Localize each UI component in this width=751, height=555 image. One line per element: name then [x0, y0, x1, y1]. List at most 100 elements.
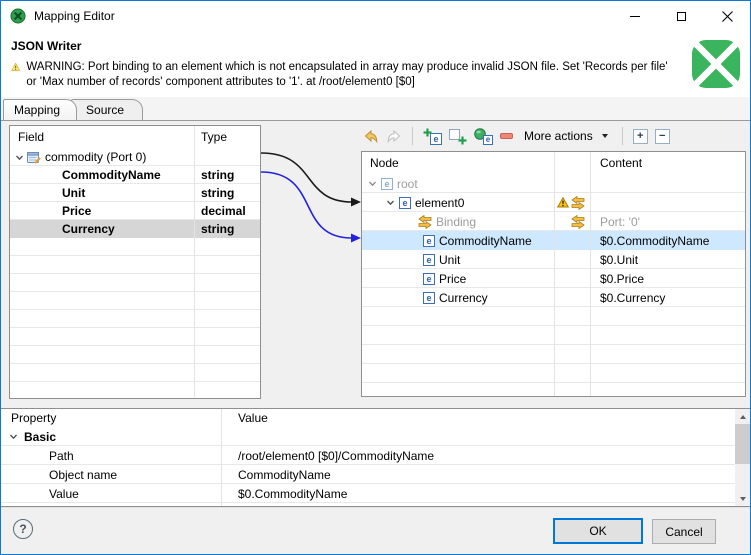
help-button[interactable]: ?: [13, 519, 33, 539]
warning-icon: [557, 197, 569, 208]
remove-button[interactable]: [500, 133, 513, 139]
field-row-commodityname[interactable]: CommodityName string: [10, 166, 260, 184]
clover-app-icon: [10, 8, 26, 24]
plus-icon: [458, 136, 467, 144]
field-name: CommodityName: [62, 168, 161, 182]
help-icon: ?: [19, 522, 27, 536]
redo-button[interactable]: [386, 129, 402, 144]
node-content: $0.CommodityName: [600, 233, 710, 248]
node-label: Currency: [439, 290, 488, 305]
field-row-currency[interactable]: Currency string: [10, 220, 260, 238]
more-actions-button[interactable]: More actions: [520, 127, 612, 145]
toolbar-separator: [621, 127, 623, 145]
collapse-all-button[interactable]: −: [654, 128, 670, 144]
property-table-header: Property Value: [1, 409, 750, 427]
element-icon: e: [381, 177, 393, 190]
element-icon: e: [423, 234, 435, 247]
tab-mapping-label: Mapping: [14, 103, 61, 117]
undo-button[interactable]: [363, 129, 379, 144]
field-table: Field Type commodity (Port 0) CommodityN…: [9, 125, 261, 399]
cancel-button[interactable]: Cancel: [652, 519, 716, 544]
chevron-down-icon[interactable]: [368, 179, 377, 188]
field-row-price[interactable]: Price decimal: [10, 202, 260, 220]
column-node: Node: [370, 156, 399, 170]
redo-icon: [387, 129, 401, 143]
property-name: Value: [49, 486, 79, 501]
node-label: root: [397, 176, 418, 191]
add-child-element-button[interactable]: e: [423, 128, 442, 145]
column-divider[interactable]: [554, 152, 555, 396]
warning-message: WARNING: Port binding to an element whic…: [26, 61, 668, 88]
scroll-up-button[interactable]: [735, 409, 750, 424]
column-divider[interactable]: [590, 152, 591, 396]
node-toolbar: e e More actions + −: [363, 123, 670, 149]
field-name: Price: [62, 204, 92, 218]
property-table-body: Basic Path /root/element0 [$0]/Commodity…: [1, 427, 735, 506]
property-row-value[interactable]: Value $0.CommodityName: [1, 484, 735, 503]
field-type: decimal: [201, 204, 246, 218]
chevron-down-icon[interactable]: [386, 198, 395, 207]
page-title: JSON Writer: [11, 39, 82, 53]
remove-icon: [500, 133, 513, 139]
title-bar: Mapping Editor: [1, 1, 750, 31]
port-record-label: commodity (Port 0): [45, 150, 147, 164]
add-element-icon: e: [483, 134, 493, 145]
property-group-basic[interactable]: Basic: [1, 427, 735, 446]
node-label: Unit: [439, 252, 461, 267]
column-divider[interactable]: [221, 409, 222, 506]
add-property-button[interactable]: [449, 128, 467, 145]
chevron-down-icon[interactable]: [9, 432, 18, 441]
expand-all-button[interactable]: +: [632, 128, 648, 144]
node-content: $0.Price: [600, 271, 645, 286]
tab-source-label: Source: [86, 103, 125, 117]
field-row-unit[interactable]: Unit string: [10, 184, 260, 202]
element-icon: e: [423, 253, 435, 266]
scrollbar-thumb[interactable]: [735, 424, 750, 464]
field-row-port[interactable]: commodity (Port 0): [10, 148, 260, 166]
scroll-down-button[interactable]: [735, 491, 750, 506]
mapping-arrows: [260, 152, 361, 243]
ok-label: OK: [589, 524, 607, 538]
property-name: Path: [49, 448, 74, 463]
binding-icon: [571, 195, 585, 210]
close-button[interactable]: [704, 1, 750, 31]
plus-icon: [423, 128, 432, 136]
clover-logo: [688, 36, 744, 92]
column-type: Type: [201, 130, 228, 144]
property-row-object-name[interactable]: Object name CommodityName: [1, 465, 735, 484]
tab-mapping[interactable]: Mapping: [3, 99, 78, 120]
node-label: CommodityName: [439, 233, 532, 248]
column-divider[interactable]: [194, 126, 195, 398]
mapping-canvas: Field Type commodity (Port 0) CommodityN…: [1, 121, 750, 403]
warning-icon: [11, 62, 21, 71]
element-icon: e: [399, 196, 411, 209]
node-content: Port: '0': [600, 214, 640, 229]
minimize-button[interactable]: [612, 1, 658, 31]
add-wildcard-element-button[interactable]: e: [474, 127, 493, 145]
maximize-button[interactable]: [658, 1, 704, 31]
toolbar-separator: [412, 127, 413, 145]
vertical-scrollbar[interactable]: [735, 409, 750, 506]
field-type: string: [201, 186, 235, 200]
ok-button[interactable]: OK: [553, 518, 643, 544]
column-field: Field: [18, 130, 45, 144]
node-label: Price: [439, 271, 467, 286]
field-table-body: commodity (Port 0) CommodityName string …: [10, 148, 260, 398]
field-type: string: [201, 168, 235, 182]
node-label: element0: [415, 195, 465, 210]
mapping-arrow-blue: [260, 171, 353, 239]
field-table-header: Field Type: [10, 126, 260, 148]
node-content: $0.Unit: [600, 252, 639, 267]
more-actions-label: More actions: [524, 129, 593, 143]
column-content: Content: [600, 156, 643, 170]
node-content: $0.Currency: [600, 290, 666, 305]
scroll-up-icon: [739, 414, 746, 419]
cancel-label: Cancel: [665, 524, 703, 539]
maximize-icon: [676, 11, 686, 21]
mapping-arrow-black: [260, 152, 353, 203]
property-row-path[interactable]: Path /root/element0 [$0]/CommodityName: [1, 446, 735, 465]
field-type: string: [201, 222, 235, 236]
chevron-down-icon[interactable]: [15, 153, 24, 162]
minimize-icon: [630, 15, 640, 17]
tab-source[interactable]: Source: [71, 99, 144, 120]
